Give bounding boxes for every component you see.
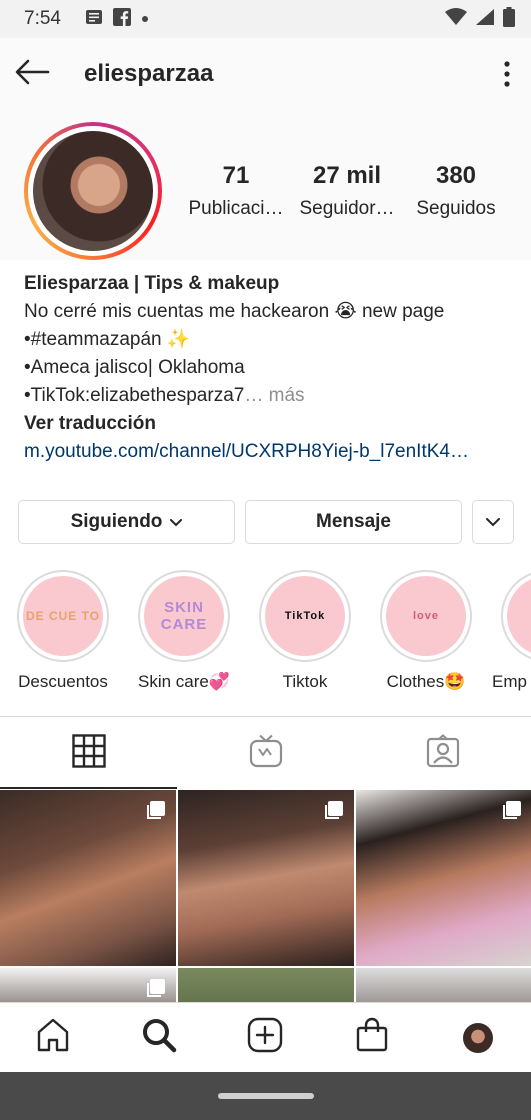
stat-followers[interactable]: 27 mil Seguidor… [297, 162, 397, 220]
bottom-navigation [0, 1002, 531, 1072]
profile-avatar-story-ring[interactable] [24, 122, 162, 260]
new-post-icon [247, 1017, 283, 1058]
profile-header: eliesparzaa [0, 38, 531, 110]
igtv-icon [249, 734, 283, 773]
post-thumbnail[interactable] [0, 790, 176, 966]
multiple-photos-icon [322, 800, 344, 827]
nav-profile[interactable] [448, 1008, 508, 1068]
bio-name: Eliesparzaa | Tips & makeup [24, 273, 280, 294]
highlight-cover: SKIN CARE [144, 576, 224, 656]
search-icon [141, 1017, 177, 1058]
status-left: 7:54 [24, 7, 149, 31]
shop-icon [354, 1017, 390, 1058]
grid-icon [71, 733, 106, 773]
nav-home[interactable] [23, 1008, 83, 1068]
profile-tabs [0, 716, 531, 789]
stat-following[interactable]: 380 Seguidos [408, 162, 504, 220]
profile-actions: Siguiendo Mensaje [18, 500, 514, 544]
post-thumbnail[interactable] [0, 968, 176, 1002]
nav-new-post[interactable] [235, 1008, 295, 1068]
message-button[interactable]: Mensaje [245, 500, 462, 544]
dot-icon [141, 10, 149, 28]
post-thumbnail[interactable] [356, 790, 531, 966]
status-time: 7:54 [24, 8, 61, 29]
system-navigation-bar [0, 1072, 531, 1120]
story-highlights: DE CUE TO Descuentos SKIN CARE Skin care… [0, 570, 531, 700]
stat-followers-value: 27 mil [312, 162, 382, 189]
highlight-label: Emp [492, 672, 527, 691]
following-button[interactable]: Siguiendo [18, 500, 235, 544]
highlight-emp[interactable]: ? Emp [492, 570, 531, 692]
profile-avatar [462, 1022, 493, 1053]
highlight-label: Descuentos [18, 672, 108, 691]
bio-line: •TikTok:elizabethesparza7 [24, 385, 245, 406]
signal-icon [475, 8, 495, 31]
multiple-photos-icon [144, 800, 166, 827]
suggested-accounts-button[interactable] [472, 500, 514, 544]
home-gesture-pill[interactable] [217, 1093, 314, 1099]
tab-igtv[interactable] [177, 717, 354, 789]
highlight-descuentos[interactable]: DE CUE TO Descuentos [8, 570, 118, 692]
stat-following-value: 380 [435, 162, 477, 189]
profile-bio: Eliesparzaa | Tips & makeup No cerré mis… [24, 270, 514, 466]
battery-icon [503, 6, 515, 32]
tagged-icon [426, 733, 460, 773]
post-grid [0, 790, 531, 1002]
tab-grid[interactable] [0, 717, 177, 789]
profile-username: eliesparzaa [84, 60, 214, 87]
highlight-label: Tiktok [282, 672, 328, 691]
highlight-cover: DE CUE TO [23, 576, 103, 656]
profile-summary: 71 Publicaci… 27 mil Seguidor… 380 Segui… [0, 110, 531, 260]
following-button-label: Siguiendo [70, 511, 163, 532]
highlight-skin-care[interactable]: SKIN CARE Skin care💞 [129, 570, 239, 692]
profile-avatar [33, 131, 153, 251]
status-right [445, 6, 515, 32]
highlight-label: Skin care💞 [137, 672, 231, 691]
bio-more-link[interactable]: … más [244, 385, 304, 406]
stat-following-label: Seguidos [416, 198, 496, 219]
highlight-cover: TikTok [265, 576, 345, 656]
translate-link[interactable]: Ver traducción [24, 410, 514, 438]
stat-followers-label: Seguidor… [299, 198, 395, 219]
status-bar: 7:54 [0, 0, 531, 38]
multiple-photos-icon [500, 800, 522, 827]
highlight-cover: ? [507, 576, 531, 656]
news-icon [85, 9, 103, 30]
highlight-clothes[interactable]: love Clothes🤩 [371, 570, 481, 692]
bio-website-link[interactable]: m.youtube.com/channel/UCXRPH8Yiej-b_l7en… [24, 438, 514, 466]
bio-line-with-more: •TikTok:elizabethesparza7… más [24, 382, 514, 410]
post-thumbnail[interactable] [356, 968, 531, 1002]
tab-tagged[interactable] [354, 717, 531, 789]
chevron-down-icon [170, 511, 183, 533]
highlight-tiktok[interactable]: TikTok Tiktok [250, 570, 360, 692]
bio-line: •Ameca jalisco| Oklahoma [24, 357, 245, 378]
message-button-label: Mensaje [316, 511, 391, 532]
more-vertical-icon[interactable] [495, 54, 519, 94]
stat-posts-value: 71 [222, 162, 250, 189]
stat-posts-label: Publicaci… [188, 198, 284, 219]
highlight-label: Clothes🤩 [386, 672, 466, 691]
back-arrow-icon[interactable] [14, 58, 50, 91]
stat-posts[interactable]: 71 Publicaci… [186, 162, 286, 220]
nav-shop[interactable] [342, 1008, 402, 1068]
wifi-icon [445, 7, 467, 31]
post-thumbnail[interactable] [178, 968, 354, 1002]
home-icon [35, 1017, 71, 1058]
facebook-icon [112, 7, 131, 31]
highlight-cover: love [386, 576, 466, 656]
bio-line: •#teammazapán ✨ [24, 329, 191, 350]
chevron-down-icon [486, 511, 500, 533]
nav-search[interactable] [129, 1008, 189, 1068]
multiple-photos-icon [144, 978, 166, 1002]
bio-line: No cerré mis cuentas me hackearon 😭 new … [24, 301, 445, 322]
post-thumbnail[interactable] [178, 790, 354, 966]
